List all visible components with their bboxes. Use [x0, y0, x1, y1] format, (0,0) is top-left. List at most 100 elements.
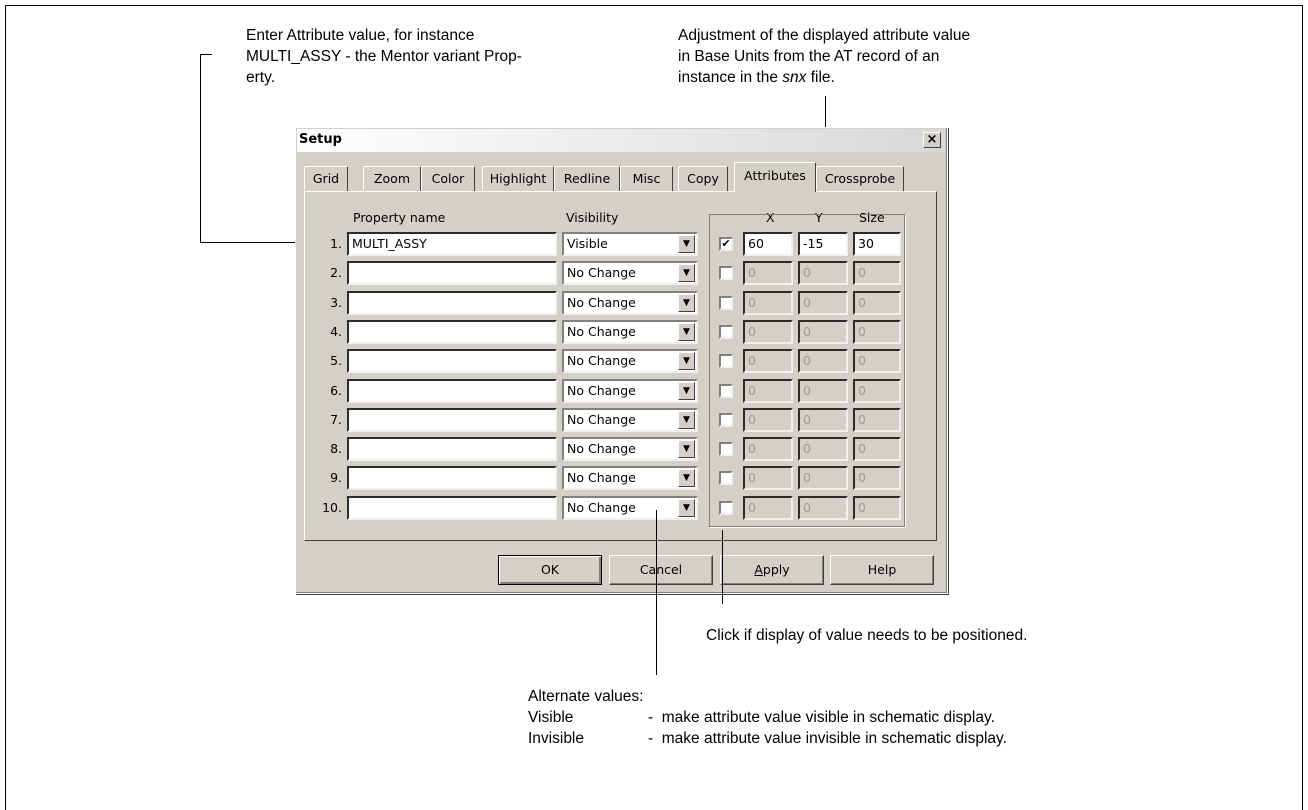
chevron-down-icon[interactable]: ▼ [678, 264, 695, 282]
size-input[interactable]: 0 [853, 261, 901, 285]
tab-crossprobe[interactable]: Crossprobe [816, 166, 904, 191]
visibility-select[interactable]: Visible ▼ [562, 232, 698, 256]
x-input[interactable]: 0 [743, 261, 793, 285]
leader-line [656, 510, 657, 675]
visibility-value: No Change [567, 265, 636, 280]
property-name-input[interactable] [347, 320, 557, 344]
visibility-value: No Change [567, 412, 636, 427]
apply-button[interactable]: Apply [720, 555, 824, 585]
size-input[interactable]: 0 [853, 437, 901, 461]
tab-highlight[interactable]: Highlight [482, 166, 554, 191]
position-checkbox[interactable] [719, 354, 733, 368]
position-checkbox[interactable] [719, 384, 733, 398]
y-input[interactable]: 0 [798, 408, 848, 432]
y-input[interactable]: 0 [798, 320, 848, 344]
property-name-input[interactable] [347, 437, 557, 461]
visibility-select[interactable]: No Change ▼ [562, 466, 698, 490]
tab-color[interactable]: Color [421, 166, 475, 191]
visibility-value: No Change [567, 295, 636, 310]
size-input[interactable]: 0 [853, 291, 901, 315]
y-input[interactable]: 0 [798, 466, 848, 490]
chevron-down-icon[interactable]: ▼ [678, 352, 695, 370]
leader-line [200, 54, 212, 55]
cancel-button[interactable]: Cancel [609, 555, 713, 585]
y-input[interactable]: 0 [798, 379, 848, 403]
property-name-input[interactable] [347, 291, 557, 315]
visibility-select[interactable]: No Change ▼ [562, 408, 698, 432]
position-checkbox[interactable] [719, 296, 733, 310]
visibility-select[interactable]: No Change ▼ [562, 261, 698, 285]
size-input[interactable]: 30 [853, 232, 901, 256]
x-input[interactable]: 0 [743, 496, 793, 520]
y-input[interactable]: 0 [798, 261, 848, 285]
title-bar[interactable]: Setup × [297, 129, 945, 152]
position-checkbox[interactable]: ✔ [719, 237, 733, 251]
x-input[interactable]: 60 [743, 232, 793, 256]
row-number: 1. [330, 236, 342, 251]
property-name-input[interactable] [347, 496, 557, 520]
chevron-down-icon[interactable]: ▼ [678, 235, 695, 253]
position-checkbox[interactable] [719, 325, 733, 339]
tab-redline[interactable]: Redline [554, 166, 620, 191]
tab-grid[interactable]: Grid [304, 166, 348, 191]
property-name-input[interactable] [347, 408, 557, 432]
leader-line [722, 530, 723, 604]
chevron-down-icon[interactable]: ▼ [678, 440, 695, 458]
adjust-note: Adjustment of the displayed attribute va… [678, 27, 971, 86]
position-checkbox[interactable] [719, 442, 733, 456]
position-checkbox[interactable] [719, 471, 733, 485]
x-input[interactable]: 0 [743, 408, 793, 432]
visibility-value: No Change [567, 353, 636, 368]
close-button[interactable]: × [923, 132, 941, 148]
visibility-select[interactable]: No Change ▼ [562, 349, 698, 373]
size-input[interactable]: 0 [853, 379, 901, 403]
ok-button[interactable]: OK [498, 555, 602, 585]
tab-misc[interactable]: Misc [620, 166, 673, 191]
visibility-select[interactable]: No Change ▼ [562, 496, 698, 520]
visibility-select[interactable]: No Change ▼ [562, 437, 698, 461]
chevron-down-icon[interactable]: ▼ [678, 294, 695, 312]
visibility-select[interactable]: No Change ▼ [562, 379, 698, 403]
x-input[interactable]: 0 [743, 291, 793, 315]
row-number: 7. [330, 412, 342, 427]
y-input[interactable]: 0 [798, 291, 848, 315]
y-input[interactable]: 0 [798, 349, 848, 373]
property-name-input[interactable] [347, 379, 557, 403]
size-input[interactable]: 0 [853, 466, 901, 490]
tab-copy[interactable]: Copy [678, 166, 728, 191]
y-input[interactable]: 0 [798, 496, 848, 520]
position-checkbox[interactable] [719, 501, 733, 515]
help-button[interactable]: Help [830, 555, 934, 585]
chevron-down-icon[interactable]: ▼ [678, 382, 695, 400]
tab-zoom[interactable]: Zoom [363, 166, 421, 191]
tab-attributes[interactable]: Attributes [734, 162, 816, 192]
chevron-down-icon[interactable]: ▼ [678, 499, 695, 517]
row-number: 8. [330, 441, 342, 456]
alternate-desc-visible: - make attribute value visible in schema… [648, 709, 995, 726]
chevron-down-icon[interactable]: ▼ [678, 323, 695, 341]
chevron-down-icon[interactable]: ▼ [678, 469, 695, 487]
position-checkbox[interactable] [719, 413, 733, 427]
alternate-term-visible: Visible [528, 709, 574, 726]
property-name-input[interactable] [347, 261, 557, 285]
x-input[interactable]: 0 [743, 320, 793, 344]
property-name-input[interactable] [347, 349, 557, 373]
x-input[interactable]: 0 [743, 437, 793, 461]
x-input[interactable]: 0 [743, 466, 793, 490]
size-input[interactable]: 0 [853, 320, 901, 344]
alternate-term-invisible: Invisible [528, 730, 584, 747]
chevron-down-icon[interactable]: ▼ [678, 411, 695, 429]
y-input[interactable]: 0 [798, 437, 848, 461]
x-input[interactable]: 0 [743, 379, 793, 403]
size-input[interactable]: 0 [853, 496, 901, 520]
size-input[interactable]: 0 [853, 408, 901, 432]
dialog-title: Setup [299, 132, 342, 147]
size-input[interactable]: 0 [853, 349, 901, 373]
property-name-input[interactable]: MULTI_ASSY [347, 232, 557, 256]
position-checkbox[interactable] [719, 266, 733, 280]
visibility-select[interactable]: No Change ▼ [562, 320, 698, 344]
x-input[interactable]: 0 [743, 349, 793, 373]
property-name-input[interactable] [347, 466, 557, 490]
visibility-select[interactable]: No Change ▼ [562, 291, 698, 315]
y-input[interactable]: -15 [798, 232, 848, 256]
